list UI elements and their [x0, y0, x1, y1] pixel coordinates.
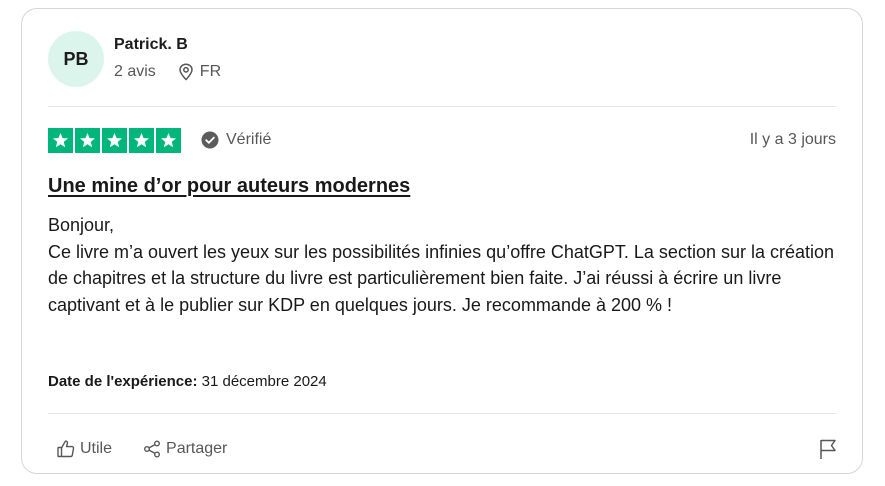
location-pin-icon — [178, 62, 194, 81]
share-button[interactable]: Partager — [142, 439, 227, 459]
review-title[interactable]: Une mine d’or pour auteurs modernes — [48, 175, 410, 198]
share-icon — [142, 439, 166, 459]
review-actions: Utile Partager — [56, 436, 838, 462]
footer-divider — [48, 413, 836, 414]
review-card: PB Patrick. B 2 avis FR Vérifié Il y a 3… — [21, 8, 863, 474]
useful-button[interactable]: Utile — [56, 439, 112, 459]
star-icon — [75, 127, 100, 153]
star-icon — [102, 127, 127, 153]
star-icon — [129, 127, 154, 153]
star-rating — [48, 127, 181, 153]
experience-date: Date de l'expérience: 31 décembre 2024 — [48, 373, 327, 390]
rating-row: Vérifié Il y a 3 jours — [48, 127, 836, 153]
reviews-count: 2 avis — [114, 62, 156, 80]
flag-icon[interactable] — [818, 438, 838, 460]
avatar-initials: PB — [63, 48, 89, 69]
review-paragraph: Bonjour, — [48, 215, 115, 235]
avatar[interactable]: PB — [48, 31, 104, 87]
reviewer-info: Patrick. B 2 avis FR — [114, 36, 221, 81]
experience-label: Date de l'expérience: — [48, 373, 198, 390]
verified-label: Vérifié — [226, 131, 272, 148]
star-icon — [48, 127, 73, 153]
share-label: Partager — [166, 440, 228, 457]
posted-date: Il y a 3 jours — [749, 131, 836, 148]
reviewer-country: FR — [199, 62, 222, 80]
thumbs-up-icon — [56, 439, 80, 459]
reviewer-meta: 2 avis FR — [114, 63, 221, 81]
useful-label: Utile — [80, 440, 113, 457]
reviewer-name[interactable]: Patrick. B — [114, 36, 221, 54]
star-icon — [156, 127, 181, 153]
experience-value: 31 décembre 2024 — [201, 373, 327, 390]
check-circle-icon — [201, 131, 219, 149]
verified-badge[interactable]: Vérifié — [201, 131, 271, 149]
review-body: Bonjour, Ce livre m’a ouvert les yeux su… — [48, 212, 838, 318]
review-paragraph: Ce livre m’a ouvert les yeux sur les pos… — [48, 241, 835, 315]
header-divider — [48, 106, 836, 107]
reviewer-header: PB Patrick. B 2 avis FR — [48, 31, 221, 87]
